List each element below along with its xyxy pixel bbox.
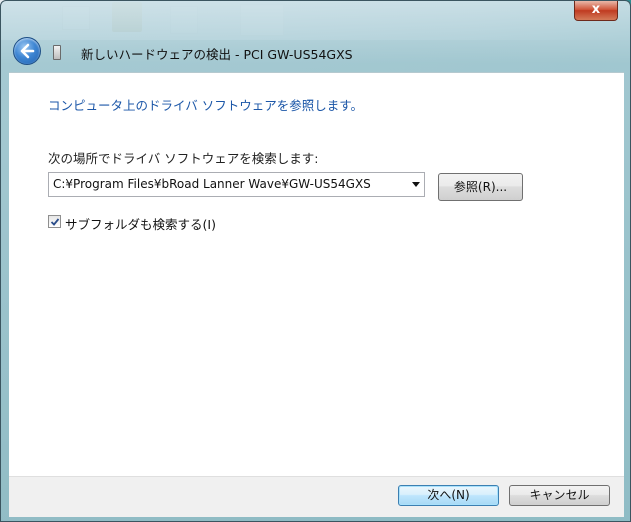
search-path-label: 次の場所でドライバ ソフトウェアを検索します: [48,151,319,166]
search-path-value: C:¥Program Files¥bRoad Lanner Wave¥GW-US… [53,177,371,191]
close-button[interactable]: x [574,1,618,21]
cancel-button[interactable]: キャンセル [509,485,610,506]
wizard-header: 新しいハードウェアの検出 - PCI GW-US54GXS [9,31,624,71]
wizard-window: x 新しいハードウェアの検出 - PCI GW-US54GXS コンピュータ上の… [0,0,631,522]
back-button[interactable] [13,37,41,65]
include-subfolders-checkbox[interactable] [48,215,61,228]
search-path-combobox[interactable]: C:¥Program Files¥bRoad Lanner Wave¥GW-US… [48,172,425,197]
window-title: 新しいハードウェアの検出 - PCI GW-US54GXS [81,47,353,62]
back-arrow-icon [20,43,35,59]
next-button[interactable]: 次へ(N) [398,485,499,506]
close-icon: x [591,2,601,17]
page-instruction: コンピュータ上のドライバ ソフトウェアを参照します。 [48,98,363,113]
wizard-footer: 次へ(N) キャンセル [9,476,624,517]
checkmark-icon [50,218,60,226]
chevron-down-icon[interactable] [412,182,420,187]
wizard-content: コンピュータ上のドライバ ソフトウェアを参照します。 次の場所でドライバ ソフト… [9,72,624,477]
browse-button[interactable]: 参照(R)... [438,173,523,201]
hardware-wizard-icon [53,45,61,60]
include-subfolders-label[interactable]: サブフォルダも検索する(I) [65,214,216,233]
